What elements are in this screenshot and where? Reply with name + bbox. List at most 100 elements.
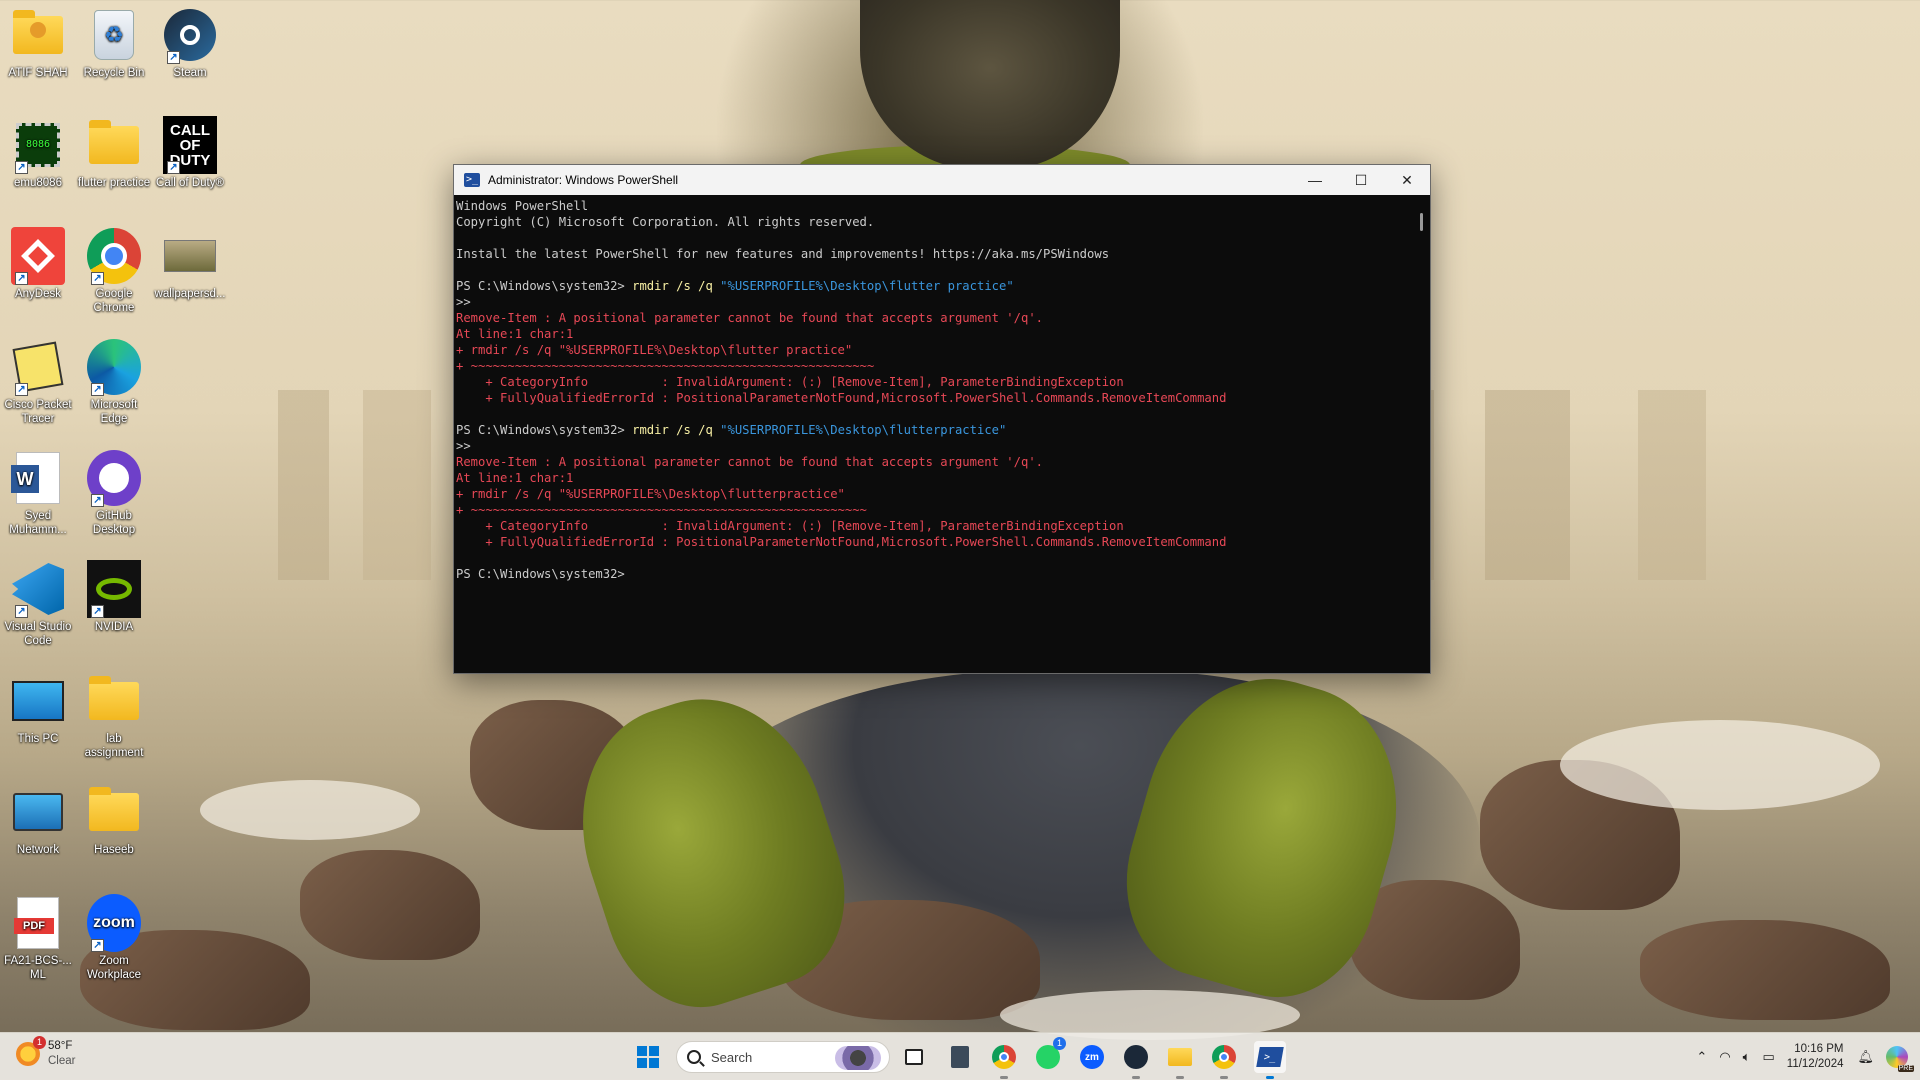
desktop-icon-label: NVIDIA: [94, 621, 134, 633]
desktop-icon-label: ATIF SHAH: [8, 67, 68, 79]
wallpaper-head: [860, 0, 1120, 170]
desktop-icon-wallpapersd[interactable]: wallpapersd...: [152, 229, 228, 301]
desktop-icon-steam[interactable]: ↗ Steam: [152, 8, 228, 80]
desktop-icon-nvidia[interactable]: ↗ NVIDIA: [76, 560, 152, 634]
chrome-icon: ↗: [87, 228, 141, 285]
calculator-button[interactable]: [944, 1041, 976, 1073]
windows-start-icon: [637, 1046, 659, 1068]
desktop-icon-recycle-bin[interactable]: ♻ Recycle Bin: [76, 8, 152, 80]
console-text-segment: + rmdir /s /q "%USERPROFILE%\Desktop\flu…: [456, 487, 845, 501]
desktop-icon-cisco-packet-tracer[interactable]: ↗ Cisco Packet Tracer: [0, 340, 76, 426]
desktop-icon-this-pc[interactable]: This PC: [0, 674, 76, 746]
volume-icon[interactable]: 🔈︎: [1743, 1049, 1751, 1065]
wallpaper-rock: [1640, 920, 1890, 1020]
shortcut-arrow-icon: ↗: [15, 272, 28, 285]
desktop-icon-network[interactable]: Network: [0, 785, 76, 857]
recycle-bin-icon: ♻: [87, 8, 141, 62]
desktop-icon-label: wallpapersd...: [154, 288, 226, 300]
notification-badge: 1: [1053, 1037, 1066, 1050]
copilot-badge: PRE: [1897, 1065, 1914, 1072]
desktop-icon-visual-studio-code[interactable]: ↗ Visual Studio Code: [0, 562, 76, 648]
powershell-window[interactable]: >_ Administrator: Windows PowerShell — ☐…: [453, 164, 1431, 674]
desktop-icon-atif-shah[interactable]: ATIF SHAH: [0, 8, 76, 80]
desktop-icon-label: Visual Studio Code: [4, 621, 72, 647]
console-output[interactable]: Windows PowerShell Copyright (C) Microsof…: [454, 195, 1414, 673]
zoom-icon: zoom ↗: [87, 894, 141, 952]
github-icon: ↗: [87, 450, 141, 507]
desktop-icon-label: GitHub Desktop: [92, 510, 136, 536]
edge-icon: ↗: [87, 339, 141, 396]
console-text-segment: >>: [456, 295, 471, 309]
console-text-segment: Copyright (C) Microsoft Corporation. All…: [456, 215, 875, 229]
desktop-icon-lab-assignment[interactable]: lab assignment: [76, 674, 152, 760]
powershell-button[interactable]: >_: [1254, 1041, 1286, 1079]
console-line: >>: [456, 294, 1412, 310]
console-text-segment: PS C:\Windows\system32>: [456, 567, 625, 581]
console-text-segment: Install the latest PowerShell for new fe…: [456, 247, 1110, 261]
steam-button[interactable]: [1120, 1041, 1152, 1079]
shortcut-arrow-icon: ↗: [91, 494, 104, 507]
desktop-icon-fa21-bcs-ml[interactable]: PDF FA21-BCS-... ML: [0, 896, 76, 982]
calculator-icon: [951, 1046, 969, 1068]
zoom-button[interactable]: zm: [1076, 1041, 1108, 1073]
wallpaper-foam: [200, 780, 420, 840]
desktop-icon-emu8086[interactable]: 8086 ↗ emu8086: [0, 118, 76, 190]
desktop-icon-zoom-workplace[interactable]: zoom ↗ Zoom Workplace: [76, 894, 152, 982]
desktop-icon-syed-muhamm[interactable]: W Syed Muhamm...: [0, 451, 76, 537]
console-line: + ~~~~~~~~~~~~~~~~~~~~~~~~~~~~~~~~~~~~~~…: [456, 502, 1412, 518]
chrome-icon: [992, 1045, 1016, 1069]
console-text-segment: "%USERPROFILE%\Desktop\flutter practice": [720, 279, 1014, 293]
console-line: PS C:\Windows\system32>: [456, 566, 1412, 582]
chevron-up-icon[interactable]: ⌃: [1696, 1049, 1707, 1065]
desktop-icon-google-chrome[interactable]: ↗ Google Chrome: [76, 228, 152, 315]
wallpaper-foam: [1560, 720, 1880, 810]
pdf-icon: PDF: [11, 896, 65, 950]
desktop-icon-label: This PC: [17, 733, 59, 745]
desktop-icon-haseeb[interactable]: Haseeb: [76, 785, 152, 857]
window-titlebar[interactable]: >_ Administrator: Windows PowerShell — ☐…: [454, 165, 1430, 195]
desktop-icon-call-of-duty[interactable]: CALL OF DUTY ↗ Call of Duty®: [152, 116, 228, 190]
maximize-button[interactable]: ☐: [1338, 165, 1384, 195]
desktop-icon-label: Haseeb: [94, 844, 134, 856]
search-placeholder: Search: [711, 1049, 753, 1065]
chrome-button[interactable]: [988, 1041, 1020, 1079]
desktop-icon-anydesk[interactable]: ↗ AnyDesk: [0, 227, 76, 301]
folder-icon: [1168, 1048, 1192, 1066]
clock-date: 11/12/2024: [1786, 1058, 1844, 1070]
desktop-icon-label: flutter practice: [77, 177, 151, 189]
console-text-segment: + CategoryInfo : InvalidArgument: (:) [R…: [456, 375, 1124, 389]
close-button[interactable]: ✕: [1384, 165, 1430, 195]
console-line: >>: [456, 438, 1412, 454]
wifi-icon[interactable]: ◠: [1719, 1049, 1730, 1065]
clock[interactable]: 10:16 PM 11/12/2024: [1787, 1042, 1844, 1072]
desktop-icon-flutter-practice[interactable]: flutter practice: [76, 118, 152, 190]
weather-condition: Clear: [48, 1055, 76, 1067]
image-file-icon: [163, 229, 217, 283]
shortcut-arrow-icon: ↗: [91, 939, 104, 952]
system-tray: ⌃ ◠ 🔈︎ ▭ 10:16 PM 11/12/2024 🔔︎ PRE: [1696, 1033, 1920, 1080]
chrome-profile-button[interactable]: [1208, 1041, 1240, 1079]
battery-icon[interactable]: ▭: [1762, 1049, 1774, 1065]
desktop-icon-github-desktop[interactable]: ↗ GitHub Desktop: [76, 450, 152, 537]
weather-sun-icon: 1: [16, 1036, 46, 1066]
taskbar-search[interactable]: Search: [676, 1041, 890, 1073]
minimize-button[interactable]: —: [1292, 165, 1338, 195]
desktop-icon-microsoft-edge[interactable]: ↗ Microsoft Edge: [76, 339, 152, 426]
start-button[interactable]: [632, 1041, 664, 1073]
console-scrollbar[interactable]: [1414, 195, 1430, 673]
bell-icon[interactable]: 🔔︎: [1857, 1049, 1874, 1065]
copilot-icon[interactable]: PRE: [1886, 1046, 1914, 1072]
console-text-segment: Remove-Item : A positional parameter can…: [456, 311, 1043, 325]
console-text-segment: + FullyQualifiedErrorId : PositionalPara…: [456, 391, 1227, 405]
task-view-button[interactable]: [898, 1041, 930, 1073]
whatsapp-button[interactable]: 1: [1032, 1037, 1066, 1073]
console-line: Remove-Item : A positional parameter can…: [456, 454, 1412, 470]
console-line: + ~~~~~~~~~~~~~~~~~~~~~~~~~~~~~~~~~~~~~~…: [456, 358, 1412, 374]
scrollbar-thumb[interactable]: [1420, 213, 1423, 231]
weather-widget[interactable]: 1 58°F Clear: [16, 1036, 76, 1069]
file-explorer-button[interactable]: [1164, 1041, 1196, 1079]
console-text-segment: At line:1 char:1: [456, 327, 574, 341]
